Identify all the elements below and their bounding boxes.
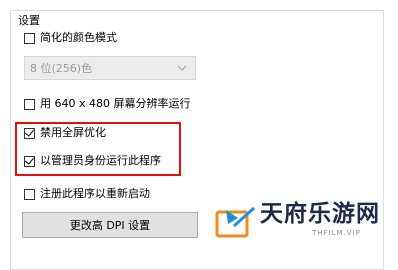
change-dpi-label: 更改高 DPI 设置	[69, 219, 151, 232]
reduced-color-checkbox[interactable]	[24, 32, 35, 44]
run-as-admin-label: 以管理员身份运行此程序	[40, 154, 161, 167]
watermark-title: 天府乐游网	[260, 201, 380, 227]
chevron-down-icon	[177, 62, 187, 76]
change-dpi-button[interactable]: 更改高 DPI 设置	[22, 212, 198, 238]
reduced-color-label: 简化的颜色模式	[40, 31, 117, 44]
resolution-640-checkbox[interactable]	[24, 98, 35, 110]
register-restart-option[interactable]: 注册此程序以重新启动	[24, 186, 150, 202]
register-restart-checkbox[interactable]	[24, 188, 35, 200]
group-title: 设置	[15, 14, 43, 28]
run-as-admin-checkbox[interactable]	[24, 154, 35, 167]
resolution-640-option[interactable]: 用 640 x 480 屏幕分辨率运行	[24, 96, 191, 112]
disable-fullscreen-label: 禁用全屏优化	[40, 126, 106, 139]
register-restart-label: 注册此程序以重新启动	[40, 187, 150, 200]
reduced-color-option[interactable]: 简化的颜色模式	[24, 30, 117, 46]
watermark-subtitle: THFILM.VIP	[312, 229, 361, 237]
disable-fullscreen-checkbox[interactable]	[24, 126, 35, 139]
color-depth-select[interactable]: 8 位(256)色	[24, 56, 196, 80]
disable-fullscreen-option[interactable]: 禁用全屏优化	[24, 125, 106, 141]
resolution-640-label: 用 640 x 480 屏幕分辨率运行	[40, 97, 191, 110]
watermark: 天府乐游网 THFILM.VIP	[214, 200, 394, 244]
watermark-logo-icon	[214, 204, 256, 243]
run-as-admin-option[interactable]: 以管理员身份运行此程序	[24, 153, 161, 169]
color-depth-value: 8 位(256)色	[30, 62, 93, 75]
